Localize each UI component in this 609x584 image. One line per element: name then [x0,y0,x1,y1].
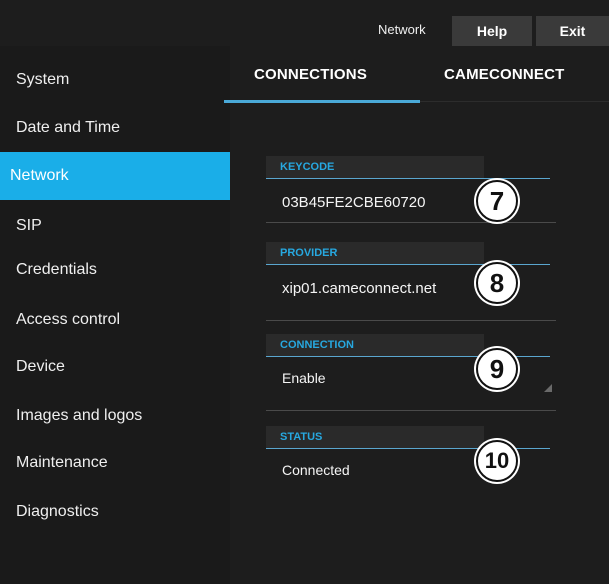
sidebar-item-sip[interactable]: SIP [0,202,230,250]
help-button[interactable]: Help [452,16,532,46]
provider-field[interactable]: xip01.cameconnect.net [282,280,436,297]
sidebar-item-system[interactable]: System [0,56,230,104]
sidebar-item-network[interactable]: Network [0,152,230,200]
tab-connections[interactable]: CONNECTIONS [254,66,367,83]
sidebar-item-device[interactable]: Device [0,343,230,391]
keycode-underline [266,222,556,223]
callout-badge-9: 9 [476,348,518,390]
connection-label: CONNECTION [266,334,484,356]
keycode-rule [266,178,550,179]
callout-badge-7: 7 [476,180,518,222]
tab-divider [420,101,609,102]
keycode-field[interactable]: 03B45FE2CBE60720 [282,194,425,211]
exit-button[interactable]: Exit [536,16,609,46]
status-section: STATUS Connected 10 [266,426,556,496]
sidebar-item-credentials[interactable]: Credentials [0,246,230,294]
status-value: Connected [282,462,350,478]
dropdown-arrow-icon[interactable] [544,384,552,392]
sidebar-item-diagnostics[interactable]: Diagnostics [0,488,230,536]
callout-badge-8: 8 [476,262,518,304]
provider-underline [266,320,556,321]
connection-section: CONNECTION Enable 9 [266,334,556,414]
sidebar-item-date-and-time[interactable]: Date and Time [0,104,230,152]
status-label: STATUS [266,426,484,448]
callout-badge-10: 10 [476,440,518,482]
top-bar: Network Help Exit [0,0,609,46]
sidebar-item-maintenance[interactable]: Maintenance [0,439,230,487]
sidebar-item-images-and-logos[interactable]: Images and logos [0,392,230,440]
keycode-section: KEYCODE 03B45FE2CBE60720 7 [266,156,556,236]
keycode-label: KEYCODE [266,156,484,178]
tab-cameconnect[interactable]: CAMECONNECT [444,66,565,83]
connection-underline [266,410,556,411]
sidebar: System Date and Time Network SIP Credent… [0,46,230,584]
provider-section: PROVIDER xip01.cameconnect.net 8 [266,242,556,322]
active-tab-indicator [224,100,420,103]
breadcrumb: Network [378,22,426,37]
connection-select[interactable]: Enable [282,370,326,386]
sidebar-item-access-control[interactable]: Access control [0,296,230,344]
provider-label: PROVIDER [266,242,484,264]
tab-bar: CONNECTIONS CAMECONNECT [230,56,609,106]
